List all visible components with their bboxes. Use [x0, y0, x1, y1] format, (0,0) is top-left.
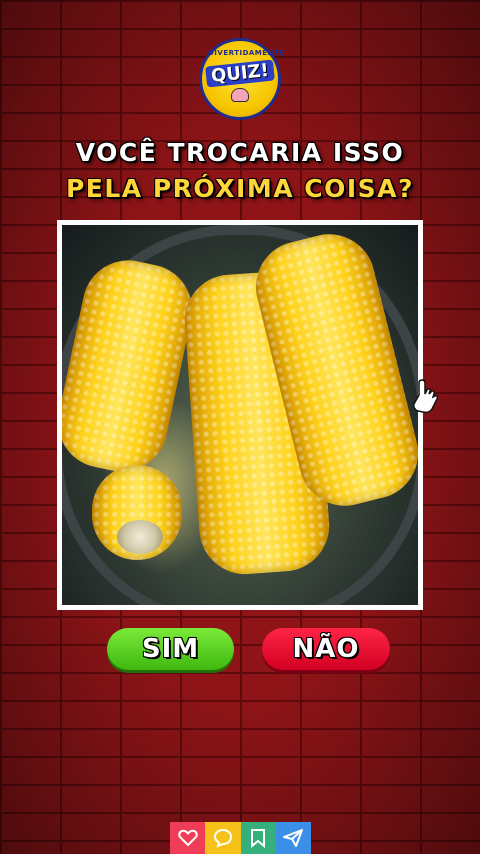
yes-button[interactable]: SIM — [107, 628, 234, 670]
channel-logo: DIVERTIDAMENTE QUIZ! — [199, 38, 285, 120]
chat-icon — [213, 828, 232, 848]
heart-icon — [177, 829, 198, 847]
bookmark-icon — [251, 829, 266, 848]
question-line-1: VOCÊ TROCARIA ISSO — [75, 138, 405, 167]
share-button[interactable] — [275, 822, 311, 854]
share-icon — [283, 829, 304, 847]
logo-top-text: DIVERTIDAMENTE — [208, 49, 285, 57]
corn-cob-tip — [117, 520, 163, 554]
comment-button[interactable] — [205, 822, 241, 854]
like-button[interactable] — [170, 822, 206, 854]
pointer-hand-icon — [413, 379, 439, 414]
logo-badge: QUIZ! — [205, 59, 275, 87]
pig-mascot-icon — [231, 87, 249, 102]
no-button[interactable]: NÃO — [262, 628, 390, 670]
question-image — [57, 220, 423, 610]
save-button[interactable] — [240, 822, 276, 854]
question-line-2: PELA PRÓXIMA COISA? — [65, 174, 415, 203]
bottom-action-bar — [170, 822, 311, 854]
